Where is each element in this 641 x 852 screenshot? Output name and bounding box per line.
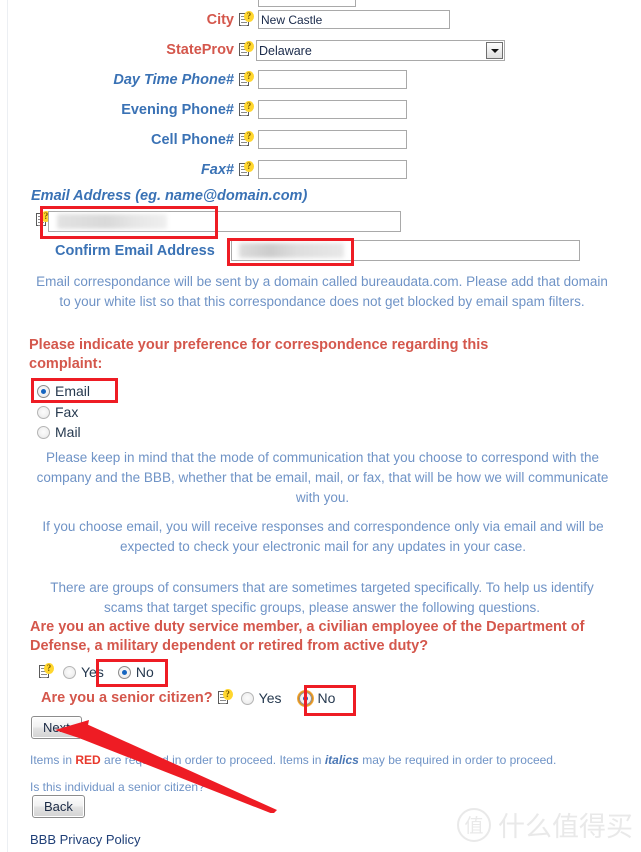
- help-icon-evening-phone[interactable]: ?: [239, 101, 254, 118]
- radio-military-no[interactable]: [117, 665, 131, 679]
- back-button[interactable]: Back: [32, 795, 85, 818]
- radio-label-senior-yes: Yes: [258, 690, 282, 706]
- radio-label-military-no: No: [135, 664, 154, 680]
- next-button[interactable]: Next: [31, 716, 82, 739]
- field-row-cell-phone: Cell Phone# ?: [0, 128, 258, 152]
- help-icon-city[interactable]: ?: [239, 11, 254, 28]
- fax-input[interactable]: [258, 160, 407, 179]
- military-answer-group: ? Yes No: [34, 663, 168, 680]
- field-label-daytime-phone: Day Time Phone#: [113, 72, 234, 88]
- stateprov-select[interactable]: Delaware: [256, 40, 505, 61]
- radio-label-senior-no: No: [317, 690, 336, 706]
- cell-phone-input[interactable]: [258, 130, 407, 149]
- help-icon-senior[interactable]: ?: [217, 689, 233, 706]
- field-label-city: City: [206, 12, 234, 28]
- stateprov-select-wrap: Delaware: [256, 40, 505, 61]
- preference-note-2: If you choose email, you will receive re…: [42, 519, 604, 554]
- radio-preference-mail[interactable]: [37, 425, 50, 439]
- radio-senior-yes[interactable]: [240, 691, 254, 705]
- help-icon-military[interactable]: ?: [39, 663, 54, 680]
- radio-preference-fax[interactable]: [37, 405, 50, 419]
- evening-phone-input[interactable]: [258, 100, 407, 119]
- field-row-stateprov: StateProv ?: [0, 38, 258, 62]
- email-redaction: [57, 214, 167, 229]
- radio-military-yes[interactable]: [63, 665, 76, 679]
- email-address-heading: Email Address (eg. name@domain.com): [31, 188, 308, 204]
- military-question-heading: Are you an active duty service member, a…: [30, 619, 585, 654]
- legend-red-word: RED: [75, 753, 101, 767]
- field-label-stateprov: StateProv: [166, 42, 234, 58]
- field-row-evening-phone: Evening Phone# ?: [0, 98, 258, 122]
- watermark-text: 什么值得买: [498, 812, 633, 843]
- email-notice-text: Email correspondance will be sent by a d…: [36, 274, 608, 309]
- watermark: 值 什么值得买: [457, 805, 633, 844]
- field-label-evening-phone: Evening Phone#: [121, 102, 234, 118]
- radio-label-fax: Fax: [55, 404, 79, 420]
- previous-field-input[interactable]: [258, 0, 356, 7]
- field-row-city: City ?: [0, 8, 258, 32]
- field-label-fax: Fax#: [200, 162, 234, 178]
- preference-option-mail[interactable]: Mail: [37, 424, 95, 440]
- senior-question-row: Are you a senior citizen? ? Yes No: [41, 689, 349, 706]
- help-icon-cell-phone[interactable]: ?: [239, 131, 254, 148]
- preference-heading: Please indicate your preference for corr…: [29, 337, 489, 372]
- radio-label-military-yes: Yes: [81, 664, 104, 680]
- city-input[interactable]: [258, 10, 450, 29]
- legend-mid: are required in order to proceed. Items …: [100, 753, 325, 767]
- legend-italics-word: italics: [324, 753, 359, 767]
- legend-prefix: Items in: [30, 753, 76, 767]
- preference-option-email[interactable]: Email: [37, 383, 104, 399]
- confirm-email-redaction: [239, 243, 344, 258]
- preference-option-fax[interactable]: Fax: [37, 404, 92, 420]
- senior-helper-text: Is this individual a senior citizen?: [30, 780, 205, 794]
- radio-senior-no[interactable]: [298, 690, 314, 706]
- help-icon-stateprov[interactable]: ?: [239, 41, 254, 58]
- groups-intro-text: There are groups of consumers that are s…: [50, 580, 594, 615]
- required-legend: Items in RED are required in order to pr…: [30, 753, 610, 767]
- senior-question-label: Are you a senior citizen?: [41, 690, 213, 706]
- daytime-phone-input[interactable]: [258, 70, 407, 89]
- help-icon-fax[interactable]: ?: [239, 161, 254, 178]
- confirm-email-label: Confirm Email Address: [55, 243, 215, 259]
- radio-label-mail: Mail: [55, 424, 81, 440]
- field-row-daytime-phone: Day Time Phone# ?: [0, 68, 258, 92]
- help-icon-daytime-phone[interactable]: ?: [239, 71, 254, 88]
- bbb-complaint-form-page: City ? StateProv ? Delaware Day Time Pho…: [0, 0, 641, 852]
- legend-suffix: may be required in order to proceed.: [358, 753, 557, 767]
- watermark-logo: 值: [457, 807, 491, 842]
- privacy-policy-link[interactable]: BBB Privacy Policy: [30, 832, 141, 847]
- field-row-fax: Fax# ?: [0, 158, 258, 182]
- radio-preference-email[interactable]: [37, 384, 50, 398]
- field-label-cell-phone: Cell Phone#: [151, 132, 234, 148]
- radio-label-email: Email: [55, 383, 91, 399]
- preference-note-1: Please keep in mind that the mode of com…: [36, 450, 609, 505]
